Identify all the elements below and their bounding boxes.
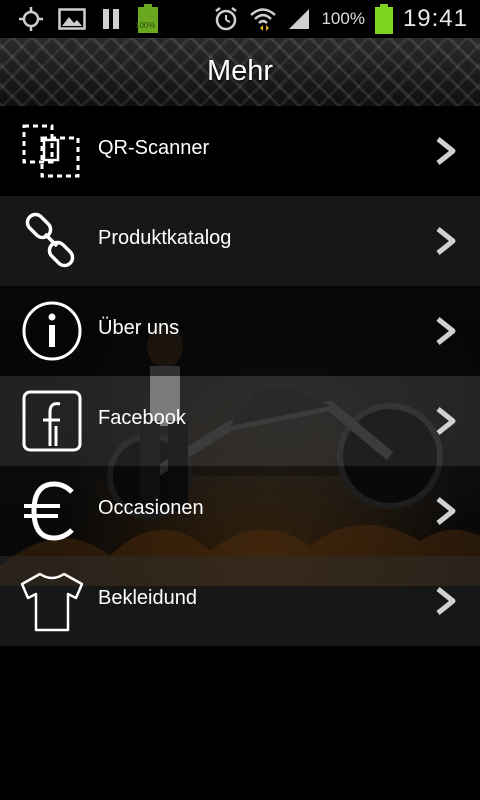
- chevron-right-icon: [436, 137, 456, 165]
- battery-icon: [374, 4, 393, 34]
- euro-icon: [24, 481, 74, 541]
- status-bar: 100% 100% 19:41: [0, 0, 480, 38]
- facebook-icon: [22, 390, 82, 452]
- menu-item-label: Occasionen: [98, 497, 204, 519]
- menu-item-qr-scanner[interactable]: QR-Scanner: [0, 106, 480, 196]
- battery-small-label: 100%: [135, 21, 156, 30]
- qr-scanner-icon: [22, 124, 80, 178]
- menu-item-bekleidung[interactable]: Bekleidund: [0, 556, 480, 646]
- menu-item-produktkatalog[interactable]: Produktkatalog: [0, 196, 480, 286]
- menu-item-occasionen[interactable]: Occasionen: [0, 466, 480, 556]
- battery-percent: 100%: [321, 9, 365, 28]
- gps-icon: [19, 7, 43, 31]
- menu-list: QR-Scanner Produktkatalog Über uns Faceb…: [0, 106, 480, 646]
- chevron-right-icon: [436, 587, 456, 615]
- page-title: Mehr: [206, 55, 274, 87]
- chevron-right-icon: [436, 317, 456, 345]
- chevron-right-icon: [436, 227, 456, 255]
- menu-item-ueber-uns[interactable]: Über uns: [0, 286, 480, 376]
- chevron-right-icon: [436, 497, 456, 525]
- menu-item-label: QR-Scanner: [98, 137, 210, 159]
- menu-item-label: Produktkatalog: [98, 227, 232, 249]
- tshirt-icon: [20, 572, 84, 632]
- signal-icon: [289, 9, 310, 29]
- menu-item-label: Über uns: [98, 317, 180, 339]
- wifi-icon: [250, 8, 277, 31]
- clock: 19:41: [402, 5, 468, 32]
- gallery-icon: [58, 8, 86, 30]
- info-icon: [22, 301, 82, 361]
- chevron-right-icon: [436, 407, 456, 435]
- header-bar: Mehr: [0, 38, 480, 107]
- pause-icon: [103, 9, 119, 29]
- menu-item-label: Facebook: [98, 407, 186, 429]
- menu-item-label: Bekleidund: [98, 587, 197, 609]
- battery-small-icon: 100%: [135, 4, 160, 34]
- alarm-icon: [215, 7, 238, 31]
- menu-item-facebook[interactable]: Facebook: [0, 376, 480, 466]
- chain-link-icon: [25, 212, 75, 268]
